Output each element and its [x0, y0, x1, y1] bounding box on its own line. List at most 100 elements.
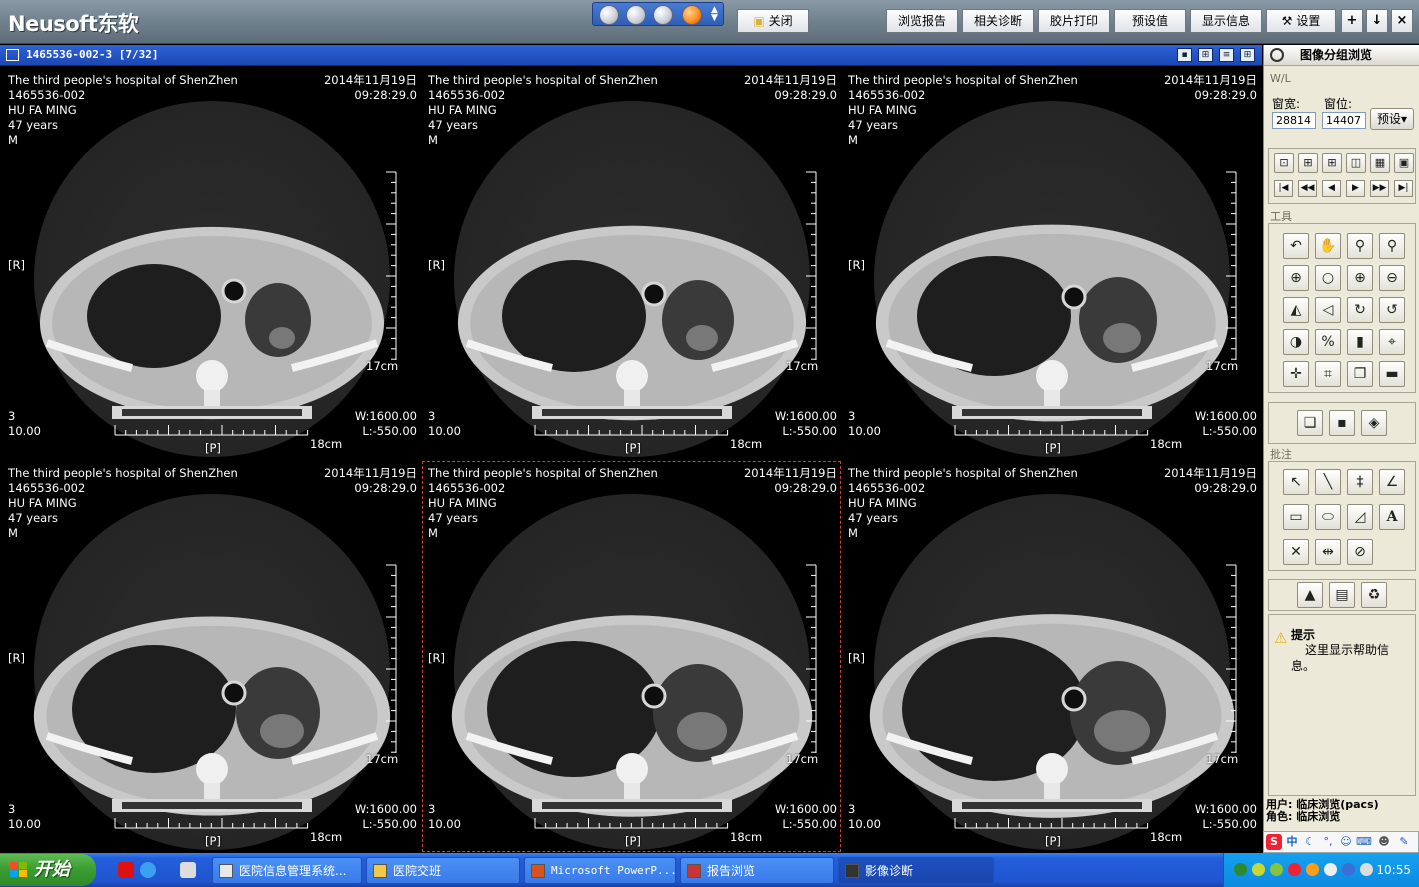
prev-page-icon[interactable]: ◀◀ [1298, 180, 1317, 197]
invert-icon[interactable]: ◑ [1283, 329, 1309, 355]
film-print-button[interactable]: 胶片打印 [1038, 9, 1110, 33]
browse-report-button[interactable]: 浏览报告 [886, 9, 958, 33]
text-icon[interactable]: A [1379, 504, 1405, 530]
close-button[interactable]: ▣ 关闭 [737, 9, 809, 33]
crosshair-icon[interactable]: ✛ [1283, 361, 1309, 387]
histogram-icon[interactable]: ▲ [1297, 582, 1323, 608]
cross-line-icon[interactable]: ✕ [1283, 539, 1309, 565]
wl-preset-dropdown[interactable]: 预设▾ [1370, 108, 1414, 130]
network-icon[interactable] [1234, 863, 1247, 876]
task-hospital-shift[interactable]: 医院交班 [366, 857, 520, 884]
rotate-cw-icon[interactable]: ↻ [1347, 297, 1373, 323]
film-strip-icon[interactable]: ≡ [1219, 48, 1234, 62]
layout-dropdown-icon[interactable]: ▲ ▼ [711, 6, 718, 23]
monitor-icon[interactable]: ▣ [1394, 153, 1414, 173]
next-image-icon[interactable]: ▶ [1346, 180, 1365, 197]
eraser-icon[interactable]: ◈ [1361, 410, 1387, 436]
grid-3x3-icon[interactable]: ⊞ [1240, 48, 1255, 62]
save-icon[interactable]: ▪ [1177, 48, 1192, 62]
moon-icon[interactable]: ☾ [1302, 834, 1318, 850]
prev-image-icon[interactable]: ◀ [1322, 180, 1341, 197]
delete-annotation-icon[interactable]: ⊘ [1347, 539, 1373, 565]
crop-icon[interactable]: ⌗ [1315, 361, 1341, 387]
layout-selector[interactable]: ▲ ▼ [592, 2, 724, 26]
ct-image-cell[interactable]: The third people's hospital of ShenZhen … [2, 68, 421, 459]
flip-vertical-icon[interactable]: ◁ [1315, 297, 1341, 323]
task-report-browse[interactable]: 报告浏览 [680, 857, 834, 884]
horizontal-measure-icon[interactable]: ⇹ [1315, 539, 1341, 565]
angle-icon[interactable]: ∠ [1379, 469, 1405, 495]
keyboard-icon[interactable]: ⌨ [1356, 834, 1372, 850]
window-width-field[interactable]: 28814 [1272, 112, 1316, 129]
grid-2x2-icon[interactable]: ⊞ [1198, 48, 1213, 62]
layout-dot-4-selected[interactable] [682, 5, 702, 25]
zoom-fit-icon[interactable]: ○ [1315, 265, 1341, 291]
display-info-button[interactable]: 显示信息 [1190, 9, 1262, 33]
task-powerpoint[interactable]: Microsoft PowerP... [524, 857, 676, 884]
ct-image-cell[interactable]: The third people's hospital of ShenZhen … [422, 68, 841, 459]
usb-icon[interactable] [1252, 863, 1265, 876]
ct-image-cell[interactable]: The third people's hospital of ShenZhen … [842, 68, 1261, 459]
rectangle-icon[interactable]: ▭ [1283, 504, 1309, 530]
battery-icon[interactable] [1270, 863, 1283, 876]
task-image-diagnosis[interactable]: 影像诊断 [838, 857, 994, 884]
recycle-icon[interactable]: ♻ [1361, 582, 1387, 608]
layout-2x2-icon[interactable]: ⊞ [1322, 153, 1342, 173]
last-image-icon[interactable]: ▶| [1394, 180, 1413, 197]
start-button[interactable]: 开始 [0, 854, 96, 886]
zoom-region-icon[interactable]: ⊕ [1283, 265, 1309, 291]
layout-1x2-icon[interactable]: ⊞ [1298, 153, 1318, 173]
pin-icon[interactable] [1270, 48, 1284, 62]
add-window-button[interactable]: + [1341, 9, 1363, 33]
document-icon[interactable]: ▤ [1329, 582, 1355, 608]
settings-button[interactable]: ⚒ 设置 [1266, 9, 1336, 33]
display-icon[interactable] [1342, 863, 1355, 876]
ruler-icon[interactable]: ‡ [1347, 469, 1373, 495]
layout-dot-2[interactable] [626, 5, 646, 25]
emoji-icon[interactable]: ☺ [1338, 834, 1354, 850]
rotate-ccw-icon[interactable]: ↺ [1379, 297, 1405, 323]
sound-icon[interactable] [1360, 863, 1373, 876]
measure-icon[interactable]: ⌖ [1379, 329, 1405, 355]
related-diagnosis-button[interactable]: 相关诊断 [962, 9, 1034, 33]
ellipse-icon[interactable]: ⬭ [1315, 504, 1341, 530]
first-image-icon[interactable]: |◀ [1274, 180, 1293, 197]
exit-button[interactable]: × [1391, 9, 1413, 33]
user-icon[interactable]: ☻ [1376, 834, 1392, 850]
minimize-button[interactable]: ↓ [1366, 9, 1388, 33]
volume-icon[interactable] [1324, 863, 1337, 876]
flip-horizontal-icon[interactable]: ◭ [1283, 297, 1309, 323]
layout-grid-icon[interactable]: ▦ [1370, 153, 1390, 173]
line-icon[interactable]: ╲ [1315, 469, 1341, 495]
image-grid[interactable]: The third people's hospital of ShenZhen … [2, 68, 1261, 852]
freehand-icon[interactable]: ◿ [1347, 504, 1373, 530]
pan-hand-icon[interactable]: ✋ [1315, 233, 1341, 259]
ie-quicklaunch-icon[interactable] [140, 862, 156, 878]
ct-image-cell[interactable]: The third people's hospital of ShenZhen … [422, 461, 841, 852]
window-level-field[interactable]: 14407 [1322, 112, 1366, 129]
task-hospital-system[interactable]: 医院信息管理系统... [212, 857, 362, 884]
reset-icon[interactable]: ▬ [1379, 361, 1405, 387]
ct-image-cell[interactable]: The third people's hospital of ShenZhen … [842, 461, 1261, 852]
zoom-tool-icon[interactable]: ⚲ [1379, 233, 1405, 259]
next-page-icon[interactable]: ▶▶ [1370, 180, 1389, 197]
layout-compare-icon[interactable]: ◫ [1346, 153, 1366, 173]
antivirus-quicklaunch-icon[interactable] [118, 862, 134, 878]
show-desktop-icon[interactable] [180, 862, 196, 878]
chinese-mode-icon[interactable]: 中 [1284, 834, 1300, 850]
undo-icon[interactable]: ↶ [1283, 233, 1309, 259]
pointer-icon[interactable]: ↖ [1283, 469, 1309, 495]
save-icon[interactable]: ▪ [1329, 410, 1355, 436]
layout-dot-1[interactable] [599, 5, 619, 25]
sogou-icon[interactable]: S [1266, 834, 1282, 850]
copy-frame-icon[interactable]: ❐ [1347, 361, 1373, 387]
punctuation-icon[interactable]: °, [1320, 834, 1336, 850]
update-icon[interactable] [1306, 863, 1319, 876]
security-icon[interactable] [1288, 863, 1301, 876]
copy-icon[interactable]: ❏ [1297, 410, 1323, 436]
select-layout-icon[interactable]: ⊡ [1274, 153, 1294, 173]
zoom-in-icon[interactable]: ⊕ [1347, 265, 1373, 291]
zoom-out-icon[interactable]: ⊖ [1379, 265, 1405, 291]
ct-image-cell[interactable]: The third people's hospital of ShenZhen … [2, 461, 421, 852]
preset-button[interactable]: 预设值 [1114, 9, 1186, 33]
